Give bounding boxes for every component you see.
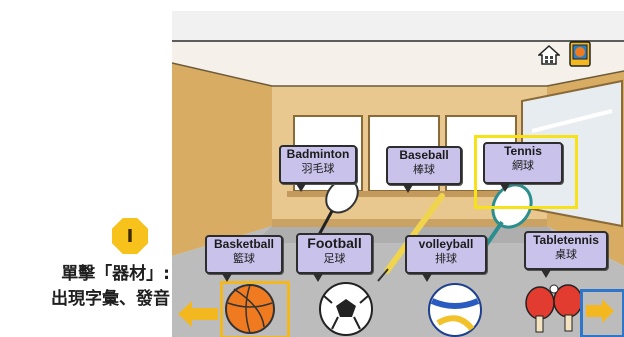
basketball-highlight bbox=[220, 281, 290, 337]
home-icon[interactable] bbox=[537, 44, 561, 66]
label-football-zh: 足球 bbox=[323, 252, 346, 265]
label-tennis[interactable]: Tennis 網球 bbox=[483, 142, 563, 192]
label-tabletennis-en: Tabletennis bbox=[533, 233, 599, 247]
prev-arrow-icon[interactable] bbox=[178, 301, 218, 327]
instruction-text: 單擊「器材」: 出現字彙、發音 bbox=[2, 262, 170, 312]
label-tennis-zh: 網球 bbox=[512, 159, 534, 172]
label-badminton[interactable]: Badminton 羽毛球 bbox=[279, 145, 357, 192]
instruction-line-2: 出現字彙、發音 bbox=[51, 289, 170, 309]
label-volleyball[interactable]: volleyball 排球 bbox=[405, 235, 487, 282]
next-arrow-icon[interactable] bbox=[586, 299, 614, 323]
step-number: I bbox=[126, 225, 134, 247]
label-football[interactable]: Football 足球 bbox=[296, 233, 373, 282]
label-baseball-zh: 棒球 bbox=[413, 163, 435, 176]
label-tabletennis-zh: 桌球 bbox=[555, 248, 577, 261]
label-volleyball-en: volleyball bbox=[418, 237, 474, 251]
game-screen: Badminton 羽毛球 Baseball 棒球 Tennis 網球 Bask… bbox=[172, 11, 624, 337]
label-basketball[interactable]: Basketball 籃球 bbox=[205, 235, 283, 282]
label-badminton-en: Badminton bbox=[286, 147, 350, 161]
label-baseball[interactable]: Baseball 棒球 bbox=[386, 146, 462, 193]
step-number-badge: I bbox=[112, 218, 148, 254]
label-basketball-zh: 籃球 bbox=[233, 252, 255, 265]
label-baseball-en: Baseball bbox=[399, 148, 449, 162]
label-basketball-en: Basketball bbox=[213, 237, 275, 251]
label-badminton-zh: 羽毛球 bbox=[301, 162, 335, 175]
label-football-en: Football bbox=[307, 235, 362, 251]
label-tabletennis[interactable]: Tabletennis 桌球 bbox=[524, 231, 608, 278]
label-volleyball-zh: 排球 bbox=[435, 252, 457, 265]
instruction-line-1: 單擊「器材」: bbox=[61, 264, 170, 284]
book-icon[interactable] bbox=[568, 41, 592, 67]
label-tennis-en: Tennis bbox=[504, 144, 542, 158]
